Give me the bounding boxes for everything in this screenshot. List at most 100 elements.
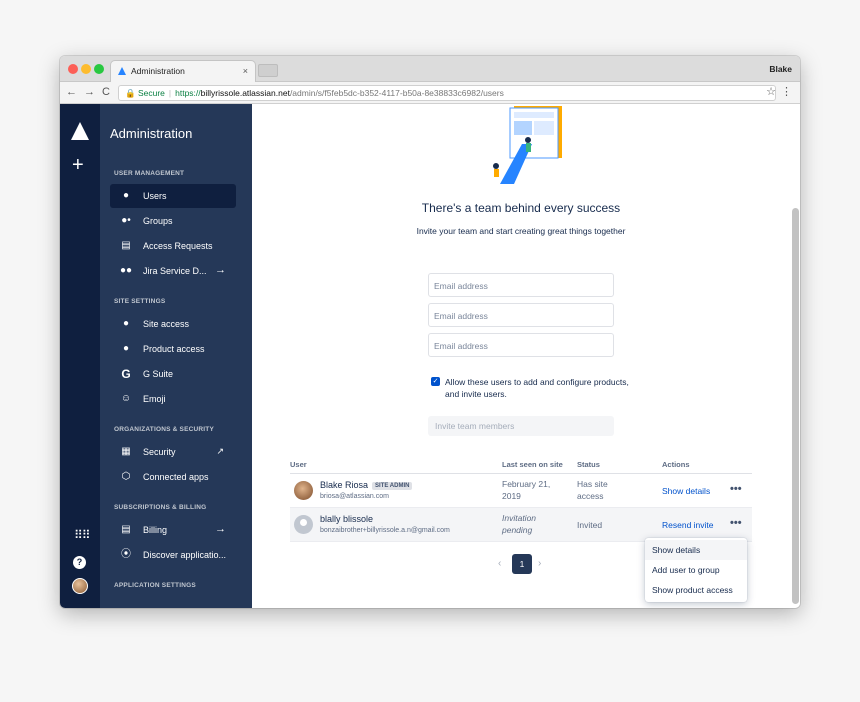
- avatar: [294, 481, 313, 500]
- resend-invite-link[interactable]: Resend invite: [662, 520, 714, 530]
- menu-item-add-user-to-group[interactable]: Add user to group: [645, 560, 747, 580]
- more-actions-icon[interactable]: •••: [730, 483, 742, 495]
- sidebar-item-users[interactable]: ● Users: [110, 184, 236, 208]
- email-field-2[interactable]: Email address: [428, 303, 614, 327]
- create-plus-icon[interactable]: +: [72, 154, 84, 177]
- menu-item-show-details[interactable]: Show details: [645, 540, 747, 560]
- user-name: Blake Riosa: [320, 480, 369, 490]
- last-seen-line-1: February 21,: [502, 479, 551, 489]
- sidebar-item-billing[interactable]: ▤ Billing →: [110, 518, 236, 542]
- sidebar-item-label: Security: [143, 447, 176, 457]
- new-tab-button[interactable]: [258, 64, 278, 77]
- google-g-icon: G: [121, 367, 131, 381]
- last-seen-line-2: 2019: [502, 491, 521, 501]
- table-row: blally blissole bonzaibrother+billyrisso…: [290, 508, 752, 542]
- allow-config-label: Allow these users to add and configure p…: [445, 377, 629, 399]
- url-path: /admin/s/f5feb5dc-b352-4117-b50a-8e38833…: [289, 88, 504, 98]
- menu-item-show-product-access[interactable]: Show product access: [645, 580, 747, 600]
- close-window-button[interactable]: [68, 64, 78, 74]
- browser-tab[interactable]: Administration ×: [110, 60, 256, 82]
- browser-window: Administration × Blake ← → C 🔒 Secure | ht…: [60, 56, 800, 608]
- sidebar-item-security[interactable]: ▦ Security ↗: [110, 440, 236, 464]
- app-switcher-icon[interactable]: ⠿⠿: [74, 528, 91, 542]
- tab-bar: Administration × Blake: [60, 56, 800, 82]
- column-header-status: Status: [577, 460, 600, 469]
- sidebar-item-label: Groups: [143, 216, 173, 226]
- sidebar-item-label: G Suite: [143, 369, 174, 379]
- sidebar-item-label: Users: [143, 191, 167, 201]
- more-actions-icon[interactable]: •••: [730, 517, 742, 529]
- user-avatar[interactable]: [72, 578, 88, 594]
- help-icon[interactable]: ?: [73, 556, 86, 569]
- app-container: + ⠿⠿ ? Administration USER MANAGEMENT ● …: [60, 104, 800, 608]
- maximize-window-button[interactable]: [94, 64, 104, 74]
- admin-sidebar: Administration USER MANAGEMENT ● Users ●…: [100, 104, 252, 608]
- sidebar-item-connected-apps[interactable]: ⬡ Connected apps: [110, 465, 236, 489]
- tab-title: Administration: [131, 66, 185, 76]
- arrow-right-icon: →: [215, 264, 226, 276]
- reload-button[interactable]: C: [102, 86, 110, 98]
- user-name: blally blissole: [320, 514, 374, 524]
- section-user-management: USER MANAGEMENT: [114, 170, 185, 177]
- sidebar-item-jira-service-desk[interactable]: ●● Jira Service D... →: [110, 259, 236, 283]
- sidebar-item-discover-applications[interactable]: ⦿ Discover applicatio...: [110, 543, 236, 567]
- status-line-2: access: [577, 491, 604, 501]
- sidebar-item-groups[interactable]: ●• Groups: [110, 209, 236, 233]
- scrollbar[interactable]: [792, 208, 799, 604]
- browser-menu-icon[interactable]: ⋮: [781, 85, 792, 98]
- allow-config-checkbox[interactable]: ✓: [431, 377, 440, 386]
- invite-headline: There's a team behind every success: [421, 201, 621, 215]
- pagination-page-1[interactable]: 1: [512, 554, 532, 574]
- site-admin-badge: SITE ADMIN: [372, 482, 413, 490]
- product-icon: ●: [122, 343, 130, 354]
- table-row: Blake Riosa SITE ADMIN briosa@atlassian.c…: [290, 474, 752, 508]
- sidebar-item-label: Jira Service D...: [143, 266, 207, 276]
- invite-team-members-button[interactable]: Invite team members: [428, 416, 614, 436]
- hexagon-icon: ⬡: [121, 471, 131, 482]
- section-application-settings: APPLICATION SETTINGS: [114, 582, 196, 589]
- forward-button[interactable]: →: [84, 86, 95, 98]
- column-header-actions: Actions: [662, 460, 690, 469]
- minimize-window-button[interactable]: [81, 64, 91, 74]
- user-email: briosa@atlassian.com: [320, 493, 389, 500]
- sidebar-item-emoji[interactable]: ☺ Emoji: [110, 387, 236, 411]
- pagination-prev-icon[interactable]: ‹: [498, 558, 501, 569]
- atlassian-logo-icon[interactable]: [71, 122, 89, 140]
- column-header-last-seen: Last seen on site: [502, 460, 563, 469]
- sidebar-item-label: Product access: [143, 344, 205, 354]
- pagination-next-icon[interactable]: ›: [538, 558, 541, 569]
- global-nav-rail: + ⠿⠿ ?: [60, 104, 100, 608]
- last-seen-cell: February 21, 2019: [502, 478, 550, 502]
- email-field-3[interactable]: Email address: [428, 333, 614, 357]
- user-email: bonzaibrother+billyrissole.a.n@gmail.com: [320, 527, 450, 534]
- sidebar-item-access-requests[interactable]: ▤ Access Requests: [110, 234, 236, 258]
- bookmark-star-icon[interactable]: ☆: [766, 85, 776, 98]
- sidebar-item-site-access[interactable]: ● Site access: [110, 312, 236, 336]
- tab-close-icon[interactable]: ×: [243, 66, 248, 76]
- sidebar-item-gsuite[interactable]: G G Suite: [110, 362, 236, 386]
- avatar: [294, 515, 313, 534]
- back-button[interactable]: ←: [66, 86, 77, 98]
- last-seen-line-1: Invitation: [502, 513, 537, 523]
- profile-name[interactable]: Blake: [769, 64, 792, 74]
- show-details-link[interactable]: Show details: [662, 486, 710, 496]
- url-input[interactable]: 🔒 Secure | https://billyrissole.atlassian.…: [118, 85, 776, 101]
- column-header-user: User: [290, 460, 307, 469]
- url-host: billyrissole.atlassian.net: [200, 88, 290, 98]
- compass-icon: ⦿: [121, 549, 131, 560]
- section-subscriptions: SUBSCRIPTIONS & BILLING: [114, 504, 207, 511]
- arrow-right-icon: →: [215, 523, 226, 535]
- sidebar-item-label: Access Requests: [143, 241, 213, 251]
- user-add-icon: ●: [122, 318, 130, 329]
- sidebar-item-label: Billing: [143, 525, 168, 535]
- emoji-icon: ☺: [120, 393, 132, 404]
- external-link-icon: ↗: [216, 446, 224, 456]
- email-field-1[interactable]: Email address: [428, 273, 614, 297]
- people-icon: ●●: [120, 265, 133, 276]
- building-icon: ▦: [121, 446, 131, 457]
- sidebar-item-label: Discover applicatio...: [143, 550, 227, 560]
- status-cell: Has site access: [577, 478, 608, 502]
- sidebar-item-product-access[interactable]: ● Product access: [110, 337, 236, 361]
- last-seen-cell: Invitation pending: [502, 512, 536, 536]
- document-icon: ▤: [121, 240, 131, 251]
